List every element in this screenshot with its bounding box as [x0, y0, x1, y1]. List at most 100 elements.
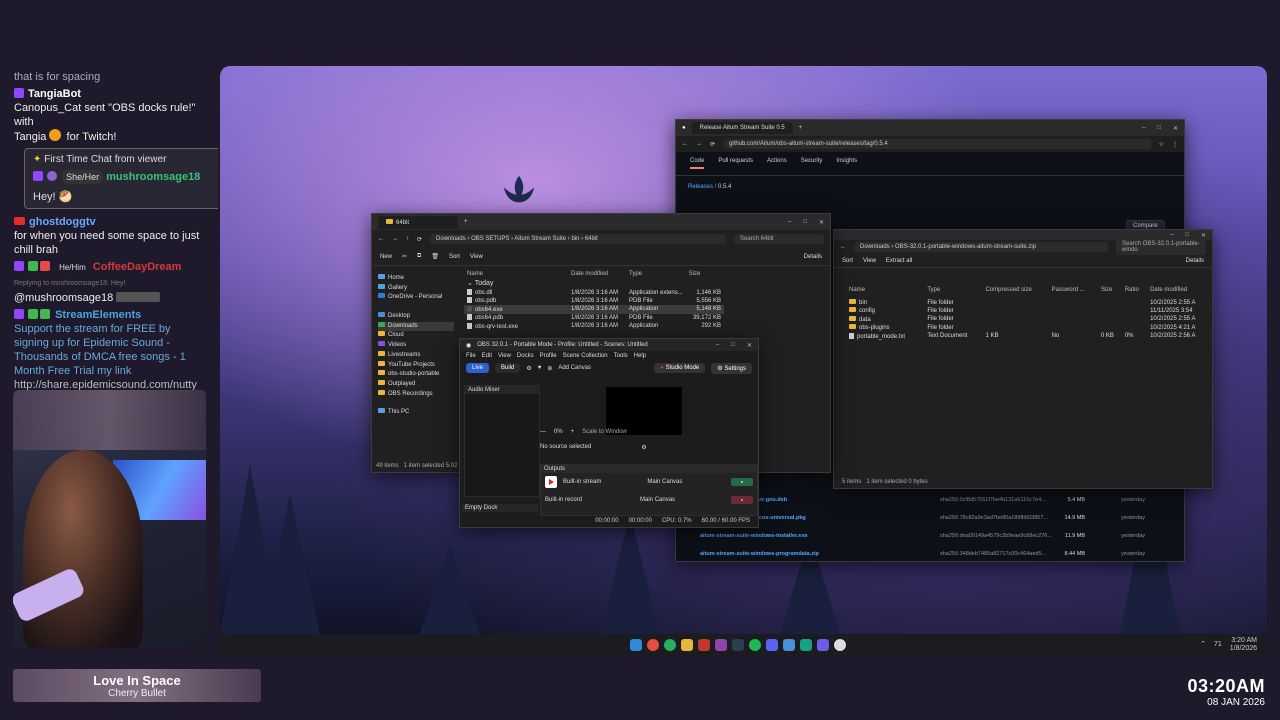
- add-canvas-button[interactable]: Add Canvas: [558, 365, 591, 371]
- table-row[interactable]: obs64.exe 1/8/2026 3:16 AM Application 5,14…: [464, 305, 724, 314]
- maximize-icon[interactable]: □: [803, 219, 807, 226]
- app-icon[interactable]: [698, 639, 710, 651]
- source-settings-icon[interactable]: ⚙: [641, 444, 646, 451]
- table-row[interactable]: data File folder 10/2/2025 2:55 A: [846, 315, 1212, 323]
- extensions-icon[interactable]: ⋮: [1172, 141, 1178, 148]
- scale-select[interactable]: Scale to Window: [582, 429, 627, 435]
- chrome-icon[interactable]: [647, 639, 659, 651]
- sort-button[interactable]: Sort: [842, 258, 853, 264]
- nav-item-this-pc[interactable]: This PC: [378, 408, 454, 418]
- close-icon[interactable]: ✕: [747, 342, 752, 349]
- star-icon[interactable]: ☆: [1159, 141, 1164, 148]
- record-toggle-button[interactable]: ●: [731, 496, 753, 504]
- close-icon[interactable]: ✕: [819, 219, 824, 226]
- settings-button[interactable]: ⚙ Settings: [711, 362, 752, 374]
- tab-actions[interactable]: Actions: [767, 158, 787, 169]
- tab-insights[interactable]: Insights: [836, 158, 857, 169]
- nav-item-gallery[interactable]: Gallery: [378, 283, 454, 294]
- breadcrumb-item[interactable]: bin: [571, 236, 579, 242]
- nav-item-home[interactable]: Home: [378, 274, 454, 284]
- nav-item-outplayed[interactable]: Outplayed: [378, 379, 454, 390]
- spotify-icon[interactable]: [749, 639, 761, 651]
- back-icon[interactable]: ←: [840, 244, 846, 250]
- copy-icon[interactable]: ⧉: [417, 253, 421, 260]
- nav-item-livestreams[interactable]: Livestreams: [378, 350, 454, 361]
- breadcrumb-item[interactable]: Downloads: [436, 236, 466, 242]
- menu-docks[interactable]: Docks: [517, 353, 534, 359]
- group-header[interactable]: ⌄ Today: [464, 278, 724, 288]
- column-header[interactable]: Date modified: [568, 270, 626, 278]
- nav-item-cloud[interactable]: Cloud: [378, 331, 454, 341]
- app-icon[interactable]: [715, 639, 727, 651]
- menu-file[interactable]: File: [466, 353, 476, 359]
- menu-tools[interactable]: Tools: [614, 353, 628, 359]
- refresh-icon[interactable]: ⟳: [417, 236, 422, 243]
- tab-security[interactable]: Security: [801, 158, 823, 169]
- back-icon[interactable]: ←: [682, 141, 688, 147]
- app-icon[interactable]: [817, 639, 829, 651]
- view-button[interactable]: View: [863, 258, 876, 264]
- app-icon[interactable]: [783, 639, 795, 651]
- column-header[interactable]: Name: [464, 270, 568, 278]
- details-button[interactable]: Details: [1186, 258, 1204, 264]
- up-icon[interactable]: ↑: [406, 236, 409, 242]
- nav-item-onedrive[interactable]: OneDrive - Personal: [378, 293, 454, 303]
- breadcrumb-item[interactable]: OBS SETUPS: [471, 236, 509, 242]
- tab-pull-requests[interactable]: Pull requests: [718, 158, 753, 169]
- extract-all-button[interactable]: Extract all: [886, 258, 912, 264]
- url-bar[interactable]: github.com/Aitum/obs-aitum-stream-suite/…: [723, 139, 1151, 149]
- sort-button[interactable]: Sort: [449, 254, 460, 260]
- asset-name[interactable]: aitum-stream-suite-windows-installer.exe: [700, 533, 940, 539]
- forward-icon[interactable]: →: [696, 141, 702, 147]
- asset-row[interactable]: aitum-stream-suite-linux-gnu.debsha256:0…: [700, 497, 1160, 503]
- discord-icon[interactable]: [766, 639, 778, 651]
- column-header[interactable]: Password ...: [1049, 286, 1098, 294]
- obs-taskbar-icon[interactable]: [834, 639, 846, 651]
- minimize-icon[interactable]: –: [1170, 232, 1173, 239]
- asset-row[interactable]: aitum-stream-suite-windows-programdata.z…: [700, 551, 1160, 557]
- heart-icon[interactable]: ♥: [538, 365, 542, 371]
- table-row[interactable]: bin File folder 10/2/2025 2:55 A: [846, 298, 1212, 306]
- menu-edit[interactable]: Edit: [482, 353, 492, 359]
- nav-item-obs-studio-portable[interactable]: obs-studio-portable: [378, 370, 454, 380]
- details-button[interactable]: Details: [804, 254, 822, 260]
- maximize-icon[interactable]: □: [1185, 232, 1189, 239]
- nav-item-desktop[interactable]: Desktop: [378, 312, 454, 322]
- nav-item-youtube-projects[interactable]: YouTube Projects: [378, 360, 454, 371]
- build-mode-button[interactable]: Build: [495, 363, 521, 373]
- nav-item-obs-recordings[interactable]: OBS Recordings: [378, 389, 454, 400]
- app-icon[interactable]: [732, 639, 744, 651]
- table-row[interactable]: obs.pdb 1/8/2026 3:16 AM PDB File 5,556 KB: [464, 297, 724, 305]
- column-header[interactable]: Type: [626, 270, 686, 278]
- minimize-icon[interactable]: –: [716, 342, 719, 349]
- nav-item-videos[interactable]: Videos: [378, 341, 454, 351]
- table-row[interactable]: portable_mode.txt Text Document 1 KB No 0 KB…: [846, 332, 1212, 340]
- new-tab-button[interactable]: +: [799, 125, 803, 131]
- table-row[interactable]: obs.dll 1/8/2026 3:16 AM Application exten…: [464, 288, 724, 296]
- breadcrumb-item[interactable]: OBS-32.0.1-portable-windows-aitum-stream…: [895, 244, 1036, 250]
- minimize-icon[interactable]: –: [788, 219, 791, 226]
- zoom-out-icon[interactable]: —: [540, 429, 546, 435]
- add-canvas-icon[interactable]: ⊕: [547, 365, 552, 372]
- reload-icon[interactable]: ⟳: [710, 141, 715, 148]
- close-icon[interactable]: ✕: [1173, 125, 1178, 132]
- cut-icon[interactable]: ✂: [402, 253, 407, 260]
- menu-help[interactable]: Help: [634, 353, 646, 359]
- delete-icon[interactable]: 🗑: [431, 253, 439, 260]
- back-icon[interactable]: ←: [378, 236, 384, 242]
- asset-row[interactable]: aitum-stream-suite-macos-universal.pkgsh…: [700, 515, 1160, 521]
- search-input[interactable]: Search 64bit: [734, 234, 824, 244]
- live-mode-button[interactable]: Live: [466, 363, 490, 373]
- column-header[interactable]: Ratio: [1122, 286, 1147, 294]
- breadcrumb-item[interactable]: Aitum Stream Suite: [514, 236, 566, 242]
- explorer-tab[interactable]: 64bit: [378, 215, 458, 229]
- column-header[interactable]: Size: [686, 270, 724, 278]
- chevron-up-icon[interactable]: ⌃: [1200, 641, 1206, 649]
- table-row[interactable]: obs64.pdb 1/8/2026 3:16 AM PDB File 39,172 …: [464, 314, 724, 322]
- menu-view[interactable]: View: [498, 353, 511, 359]
- maximize-icon[interactable]: □: [1157, 125, 1161, 132]
- asset-name[interactable]: aitum-stream-suite-windows-programdata.z…: [700, 551, 940, 557]
- search-input[interactable]: Search OBS-32.0.1-portable-windo: [1116, 239, 1206, 255]
- column-header[interactable]: Compressed size: [982, 286, 1048, 294]
- table-row[interactable]: obs-plugins File folder 10/2/2025 4:21 A: [846, 324, 1212, 332]
